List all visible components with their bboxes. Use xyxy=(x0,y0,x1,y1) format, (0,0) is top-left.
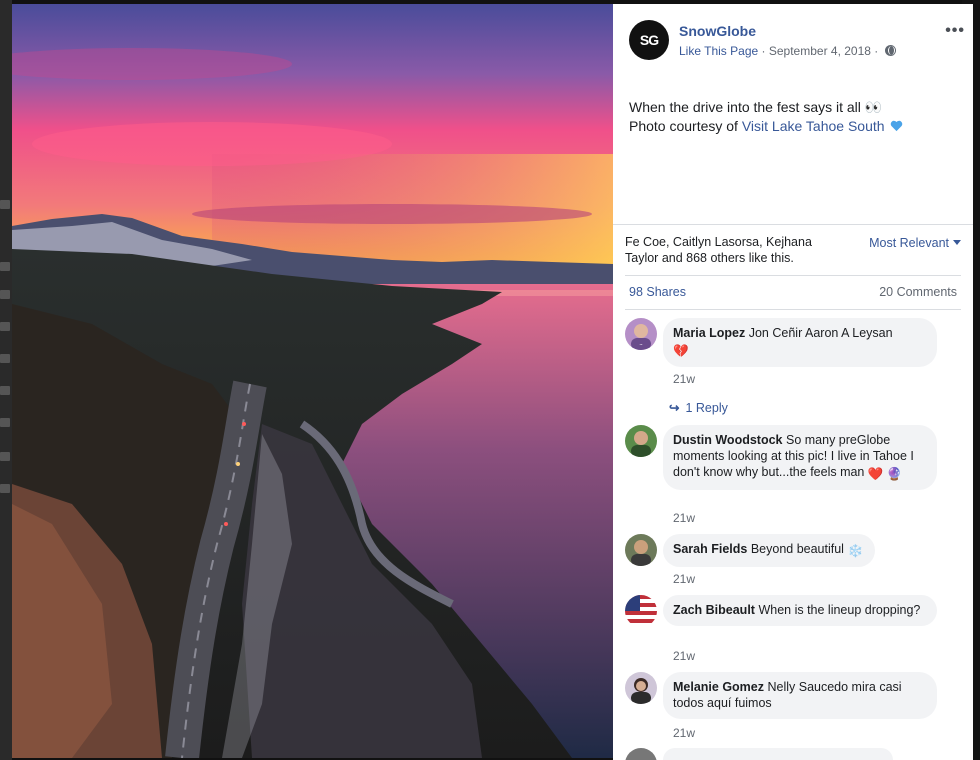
chevron-down-icon xyxy=(953,240,961,245)
avatar[interactable] xyxy=(625,425,657,457)
blue-heart-icon xyxy=(891,120,903,132)
sort-label: Most Relevant xyxy=(869,236,949,250)
comment-bubble: Melanie Gomez Nelly Saucedo mira casi to… xyxy=(663,672,937,719)
comment-author[interactable]: Dustin Woodstock xyxy=(673,433,783,447)
caption-line-2: Photo courtesy of Visit Lake Tahoe South xyxy=(629,117,959,136)
divider xyxy=(625,309,961,310)
reply-count: 1 Reply xyxy=(685,401,728,415)
comment-bubble: Dustin Woodstock So many preGlobe moment… xyxy=(663,425,937,490)
more-options-icon[interactable]: ••• xyxy=(945,22,965,40)
comment-author[interactable]: Melanie Gomez xyxy=(673,680,764,694)
comment-time[interactable]: 21w xyxy=(673,372,695,386)
comments-count[interactable]: 20 Comments xyxy=(879,285,957,299)
likes-summary[interactable]: Fe Coe, Caitlyn Lasorsa, Kejhana Taylor … xyxy=(625,234,839,266)
snowflake-icon: ❄️ xyxy=(847,544,864,558)
post-header: SG SnowGlobe Like This Page · September … xyxy=(629,20,965,64)
meta-separator: · xyxy=(874,44,879,58)
globe-icon xyxy=(884,45,896,56)
comment-time[interactable]: 21w xyxy=(673,511,695,525)
divider xyxy=(613,224,973,225)
view-replies-link[interactable]: ↪ 1 Reply xyxy=(669,400,728,415)
page-avatar[interactable]: SG xyxy=(629,20,669,60)
avatar[interactable] xyxy=(625,595,657,627)
stats-row: 98 Shares 20 Comments xyxy=(629,285,957,299)
reply-arrow-icon: ↪ xyxy=(669,401,680,415)
avatar[interactable] xyxy=(625,672,657,704)
comment-bubble: Maria Lopez Jon Ceñir Aaron A Leysan 💔 xyxy=(663,318,937,367)
heart-and-crystal-ball-icon: ❤️ 🔮 xyxy=(867,467,903,481)
avatar[interactable] xyxy=(625,534,657,566)
comment-time[interactable]: 21w xyxy=(673,572,695,586)
comment-text: Beyond beautiful xyxy=(750,542,844,556)
comment-bubble xyxy=(663,748,893,760)
post-meta: Like This Page · September 4, 2018 · xyxy=(679,44,896,58)
caption-prefix: Photo courtesy of xyxy=(629,118,742,134)
comment-bubble: Sarah Fields Beyond beautiful ❄️ xyxy=(663,534,876,567)
comment-text: When is the lineup dropping? xyxy=(758,603,921,617)
comment-author[interactable]: Zach Bibeault xyxy=(673,603,755,617)
post-side-panel: SG SnowGlobe Like This Page · September … xyxy=(613,4,973,760)
svg-text:~: ~ xyxy=(639,342,642,347)
background-page-strip xyxy=(0,0,12,760)
comment-time[interactable]: 21w xyxy=(673,726,695,740)
divider xyxy=(625,275,961,276)
page-name-link[interactable]: SnowGlobe xyxy=(679,23,756,39)
comment-text: Jon Ceñir Aaron A Leysan xyxy=(748,326,893,340)
facebook-photo-viewer: SG SnowGlobe Like This Page · September … xyxy=(0,0,980,760)
like-page-link[interactable]: Like This Page xyxy=(679,44,758,58)
post-photo[interactable] xyxy=(12,4,613,758)
post-caption: When the drive into the fest says it all… xyxy=(629,98,959,136)
post-date[interactable]: September 4, 2018 xyxy=(769,44,871,58)
lake-tahoe-sunset-image xyxy=(12,4,613,758)
comment-author[interactable]: Sarah Fields xyxy=(673,542,747,556)
comment-bubble: Zach Bibeault When is the lineup droppin… xyxy=(663,595,937,626)
comment-author[interactable]: Maria Lopez xyxy=(673,326,745,340)
caption-line-1: When the drive into the fest says it all… xyxy=(629,99,883,115)
comment-time[interactable]: 21w xyxy=(673,649,695,663)
sort-comments-dropdown[interactable]: Most Relevant xyxy=(869,236,961,250)
broken-heart-icon: 💔 xyxy=(673,344,689,358)
likes-row: Fe Coe, Caitlyn Lasorsa, Kejhana Taylor … xyxy=(625,234,961,266)
meta-separator: · xyxy=(761,44,766,58)
visit-lake-tahoe-link[interactable]: Visit Lake Tahoe South xyxy=(742,118,885,134)
avatar[interactable] xyxy=(625,748,657,760)
shares-link[interactable]: 98 Shares xyxy=(629,285,686,299)
avatar[interactable]: ~ xyxy=(625,318,657,350)
